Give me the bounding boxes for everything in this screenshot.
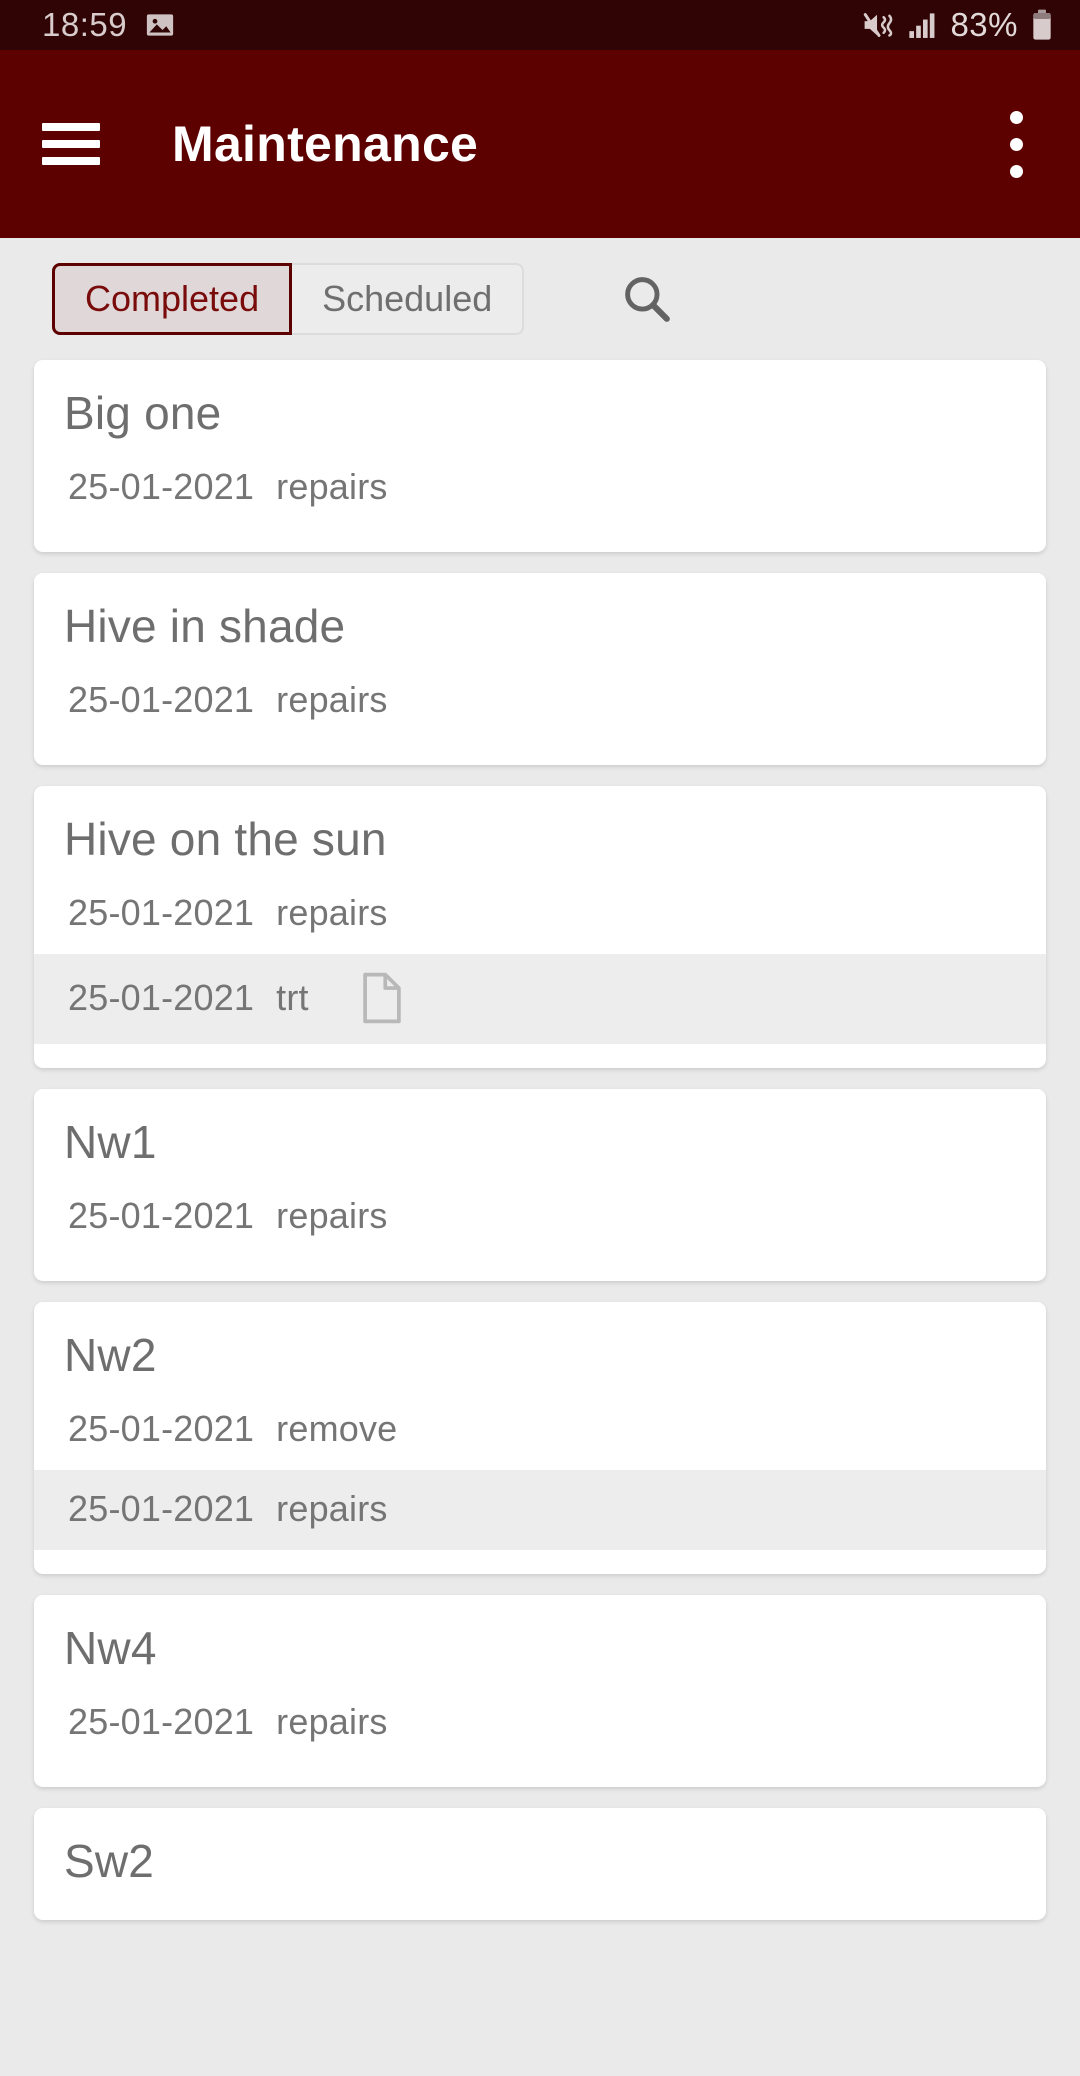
maintenance-entry-row[interactable]: 25-01-2021 repairs [34,661,1046,741]
app-bar: Maintenance [0,50,1080,238]
status-time: 18:59 [42,6,128,43]
maintenance-card[interactable]: Hive in shade 25-01-2021 repairs [34,573,1046,765]
image-icon [145,10,175,40]
maintenance-entry-row[interactable]: 25-01-2021 remove [34,1390,1046,1470]
entry-type: repairs [276,1701,388,1742]
maintenance-card[interactable]: Sw2 [34,1808,1046,1920]
hamburger-menu-icon[interactable] [42,123,100,165]
entry-date: 25-01-2021 [68,1408,255,1449]
maintenance-list: Big one 25-01-2021 repairs Hive in shade 25-… [0,360,1080,1920]
tab-bar: Completed Scheduled [0,238,1080,360]
status-bar: 18:59 83% [0,0,1080,50]
entry-type: trt [276,977,309,1018]
tab-completed[interactable]: Completed [52,263,293,335]
card-title: Nw1 [64,1116,157,1168]
entry-type: repairs [276,1195,388,1236]
card-bottom-padding [34,528,1046,552]
card-bottom-padding [34,1044,1046,1068]
card-title: Nw4 [64,1622,157,1674]
maintenance-entry-row[interactable]: 25-01-2021 repairs [34,1177,1046,1257]
search-icon[interactable] [612,264,682,334]
battery-percent-label: 83% [950,6,1018,43]
tab-completed-label: Completed [85,278,260,319]
entry-date: 25-01-2021 [68,466,255,507]
entry-date: 25-01-2021 [68,1195,255,1236]
card-title: Sw2 [64,1835,155,1887]
entry-type: repairs [276,466,388,507]
tab-group: Completed Scheduled [52,263,525,335]
maintenance-entry-row[interactable]: 25-01-2021 repairs [34,1470,1046,1550]
card-bottom-padding [34,1896,1046,1920]
maintenance-entry-row[interactable]: 25-01-2021 repairs [34,448,1046,528]
volume-mute-vibrate-icon [862,10,896,40]
page-title: Maintenance [172,116,479,172]
entry-date: 25-01-2021 [68,679,255,720]
status-bar-left: 18:59 [42,6,175,44]
more-vertical-icon[interactable] [988,101,1044,187]
card-title: Hive in shade [64,600,346,652]
card-bottom-padding [34,1257,1046,1281]
entry-type: remove [276,1408,398,1449]
maintenance-entry-row[interactable]: 25-01-2021 trt [34,954,1046,1044]
entry-type: repairs [276,1488,388,1529]
entry-date: 25-01-2021 [68,1488,255,1529]
card-bottom-padding [34,1763,1046,1787]
status-bar-right: 83% [862,6,1054,44]
entry-type: repairs [276,679,388,720]
card-bottom-padding [34,1550,1046,1574]
document-icon[interactable] [359,972,405,1024]
entry-date: 25-01-2021 [68,892,255,933]
card-title: Hive on the sun [64,813,387,865]
cellular-signal-icon [908,11,938,39]
maintenance-entry-row[interactable]: 25-01-2021 repairs [34,874,1046,954]
battery-icon [1030,9,1054,41]
maintenance-card[interactable]: Hive on the sun 25-01-2021 repairs 25-01-20… [34,786,1046,1068]
tab-scheduled-label: Scheduled [322,278,493,319]
entry-date: 25-01-2021 [68,977,255,1018]
maintenance-card[interactable]: Nw1 25-01-2021 repairs [34,1089,1046,1281]
tab-scheduled[interactable]: Scheduled [292,263,525,335]
maintenance-entry-row[interactable]: 25-01-2021 repairs [34,1683,1046,1763]
maintenance-card[interactable]: Big one 25-01-2021 repairs [34,360,1046,552]
card-title: Nw2 [64,1329,157,1381]
entry-type: repairs [276,892,388,933]
entry-date: 25-01-2021 [68,1701,255,1742]
app-screen: 18:59 83% Maintenance Completed Schedule… [0,0,1080,2076]
card-title: Big one [64,387,222,439]
card-bottom-padding [34,741,1046,765]
maintenance-card[interactable]: Nw4 25-01-2021 repairs [34,1595,1046,1787]
maintenance-card[interactable]: Nw2 25-01-2021 remove 25-01-2021 repairs [34,1302,1046,1574]
